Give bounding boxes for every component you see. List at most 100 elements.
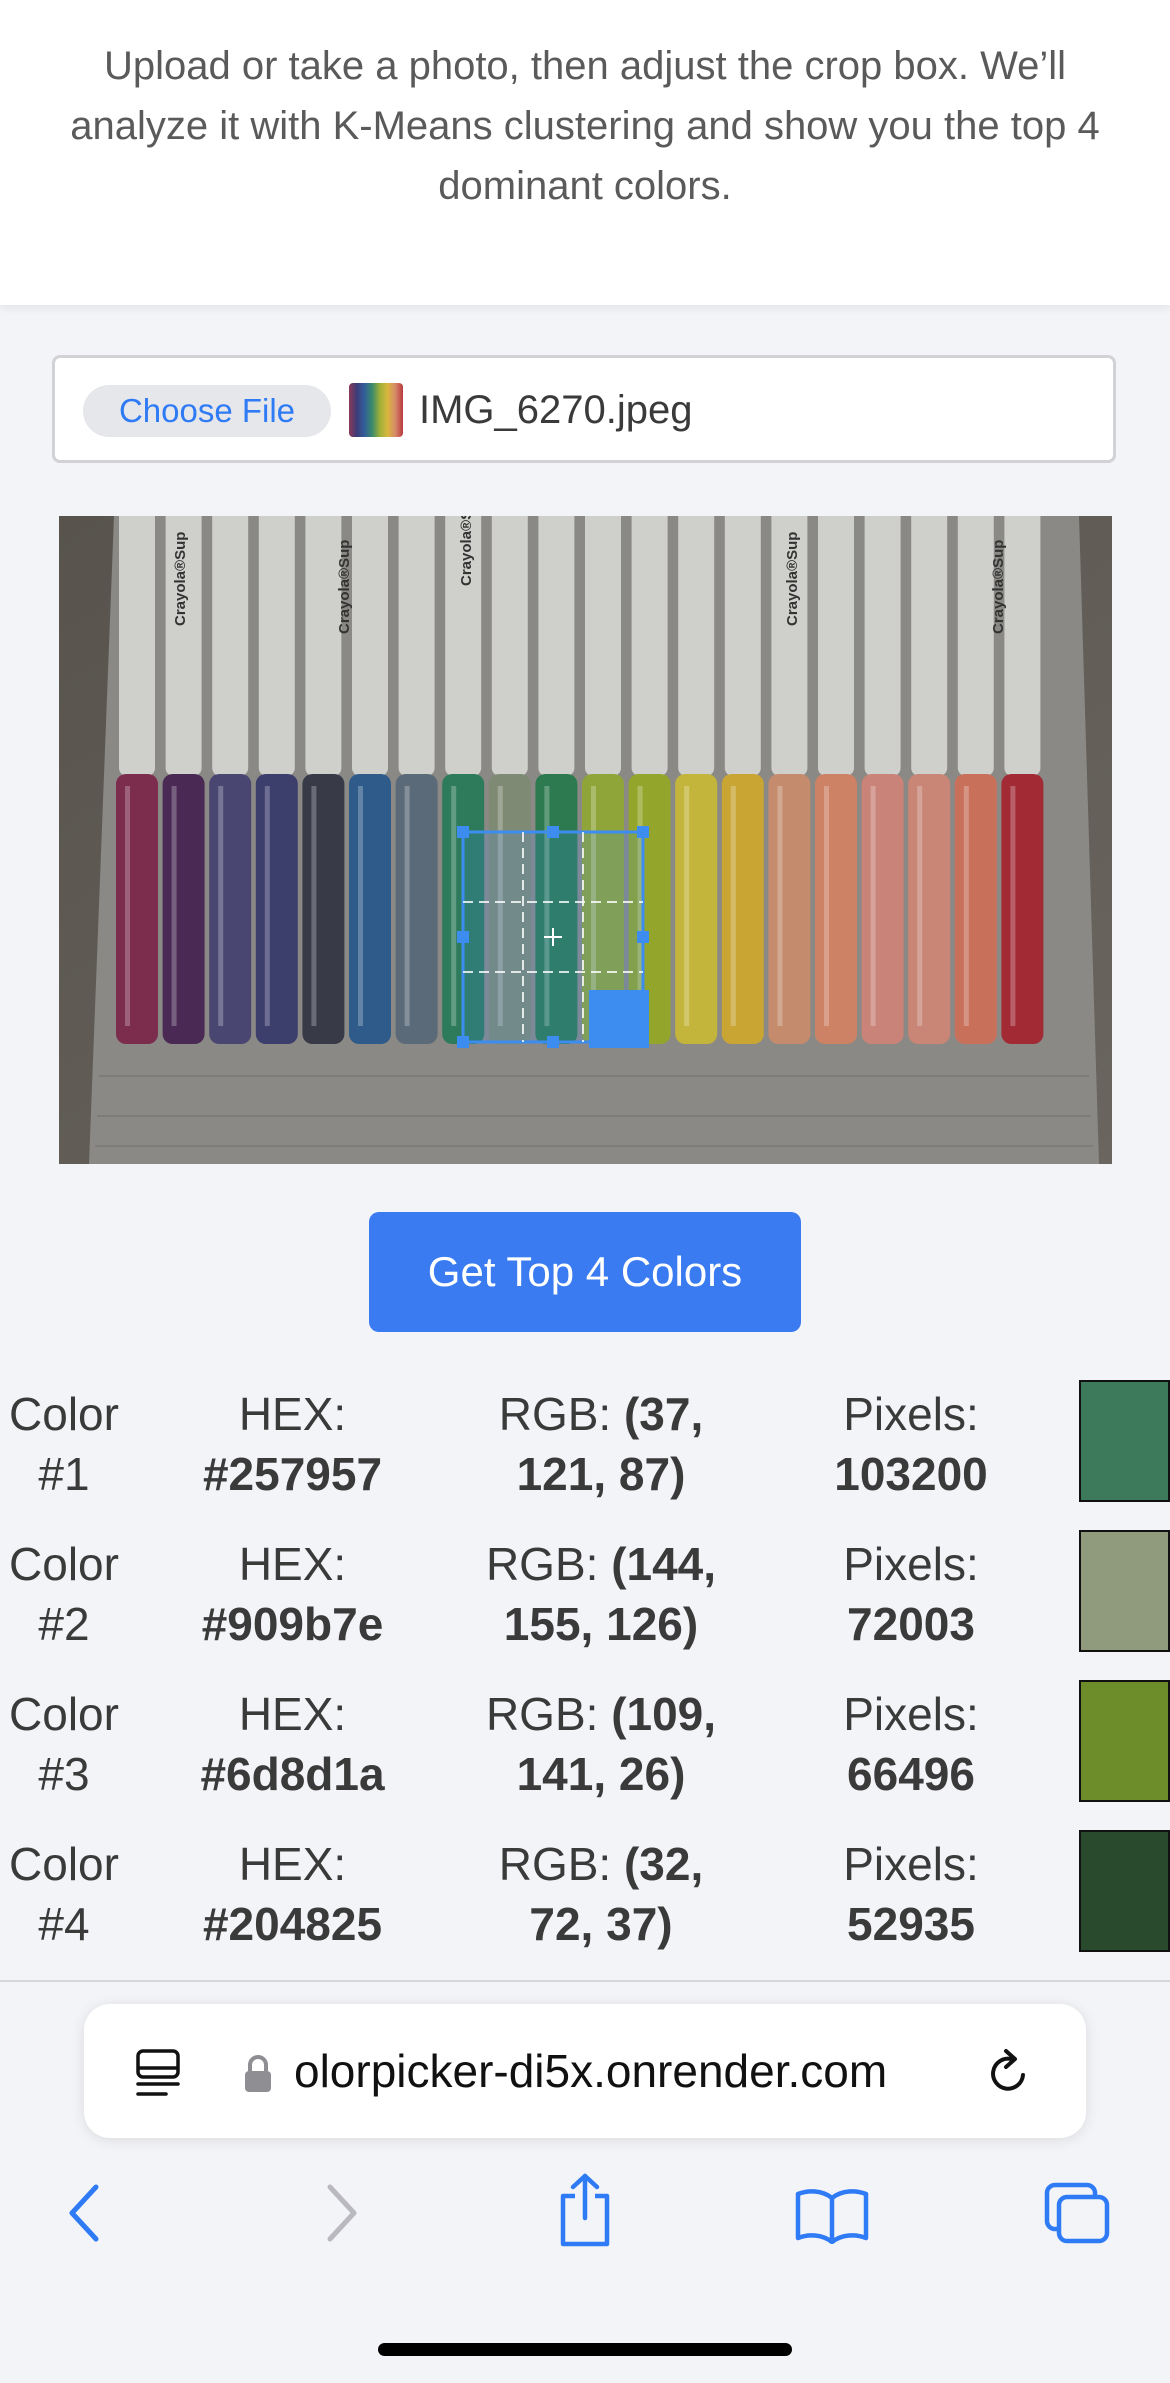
marker-barrel xyxy=(352,516,388,776)
marker-cap xyxy=(861,774,904,1044)
crop-resize-handle[interactable] xyxy=(589,990,649,1048)
tabs-icon[interactable] xyxy=(1043,2181,1113,2247)
marker-highlight xyxy=(777,786,783,1026)
marker-highlight xyxy=(311,786,317,1026)
marker-cap xyxy=(162,774,205,1044)
marker-label: Crayola®Sup xyxy=(458,516,475,586)
marker-barrel xyxy=(724,516,761,776)
marker-highlight xyxy=(1010,786,1016,1026)
color-label: Color #4 xyxy=(9,1838,119,1950)
pixels-label: Pixels: xyxy=(843,1688,979,1740)
hex-cell: HEX: #909b7e xyxy=(170,1534,415,1654)
share-icon[interactable] xyxy=(555,2172,615,2248)
photo-canvas: Crayola®Sup Crayola®Sup Crayola®Sup Cray… xyxy=(59,516,1112,1164)
home-indicator xyxy=(378,2343,792,2356)
pixels-label: Pixels: xyxy=(843,1388,979,1440)
marker-cap xyxy=(675,774,718,1044)
marker-cap xyxy=(954,774,997,1044)
marker-highlight xyxy=(218,786,224,1026)
color-swatch xyxy=(1079,1830,1170,1952)
pixels-cell: Pixels: 72003 xyxy=(800,1534,1022,1654)
marker-highlight xyxy=(917,786,923,1026)
rgb-cell: RGB: (109, 141, 26) xyxy=(470,1684,732,1804)
marker-barrel xyxy=(585,516,621,776)
color-label: Color #3 xyxy=(9,1688,119,1800)
hex-value: #204825 xyxy=(202,1898,383,1950)
marker-cap xyxy=(209,774,252,1044)
url-text[interactable]: olorpicker-di5x.onrender.com xyxy=(294,2038,887,2104)
marker-label: Crayola®Sup xyxy=(784,532,801,626)
get-top-colors-button[interactable]: Get Top 4 Colors xyxy=(369,1212,801,1332)
hex-label: HEX: xyxy=(238,1388,347,1440)
hex-value: #257957 xyxy=(202,1448,383,1500)
marker-cap xyxy=(815,774,857,1044)
marker-barrel xyxy=(119,516,155,776)
hex-value: #6d8d1a xyxy=(200,1748,385,1800)
marker-barrel xyxy=(1004,516,1041,776)
marker-barrel xyxy=(491,516,528,776)
marker-label: Crayola®Sup xyxy=(336,540,353,634)
marker-label: Crayola®Sup xyxy=(172,532,189,626)
rgb-label: RGB: xyxy=(498,1388,612,1440)
marker-barrel xyxy=(398,516,435,776)
hex-cell: HEX: #257957 xyxy=(170,1384,415,1504)
color-swatch xyxy=(1079,1680,1170,1802)
rgb-label: RGB: xyxy=(485,1688,599,1740)
marker-label: Crayola®Sup xyxy=(990,540,1007,634)
marker-highlight xyxy=(963,786,969,1026)
rgb-cell: RGB: (32, 72, 37) xyxy=(470,1834,732,1954)
choose-file-button[interactable]: Choose File xyxy=(83,385,331,437)
color-swatch xyxy=(1079,1530,1170,1652)
hex-value: #909b7e xyxy=(201,1598,384,1650)
pixels-label: Pixels: xyxy=(843,1838,979,1890)
back-icon[interactable] xyxy=(64,2183,108,2243)
rgb-cell: RGB: (144, 155, 126) xyxy=(470,1534,732,1654)
marker-barrel xyxy=(538,516,575,776)
marker-highlight xyxy=(404,786,410,1026)
forward-icon[interactable] xyxy=(318,2183,362,2243)
photo-preview: Crayola®Sup Crayola®Sup Crayola®Sup Cray… xyxy=(59,516,1112,1164)
marker-cap xyxy=(768,774,811,1044)
hex-label: HEX: xyxy=(238,1538,347,1590)
lock-icon xyxy=(245,2055,271,2092)
pixels-value: 66496 xyxy=(847,1748,975,1800)
marker-cap xyxy=(116,774,158,1044)
marker-highlight xyxy=(451,786,457,1026)
color-swatch xyxy=(1079,1380,1170,1502)
file-input[interactable]: Choose File IMG_6270.jpeg xyxy=(52,355,1116,463)
marker-cap xyxy=(1001,774,1044,1044)
hex-label: HEX: xyxy=(238,1838,347,1890)
file-thumbnail xyxy=(349,383,403,437)
file-name: IMG_6270.jpeg xyxy=(419,388,693,432)
reader-icon[interactable] xyxy=(134,2048,184,2098)
color-row: Color #2 HEX: #909b7e RGB: (144, 155, 126… xyxy=(0,1530,1170,1680)
rgb-label: RGB: xyxy=(498,1838,612,1890)
intro-section: Upload or take a photo, then adjust the … xyxy=(0,0,1170,305)
marker-barrel xyxy=(957,516,994,776)
marker-highlight xyxy=(125,786,130,1026)
reload-icon[interactable] xyxy=(984,2048,1034,2098)
marker-barrel xyxy=(911,516,948,776)
marker-highlight xyxy=(684,786,690,1026)
intro-text: Upload or take a photo, then adjust the … xyxy=(70,44,1100,208)
pixels-value: 103200 xyxy=(834,1448,988,1500)
color-row: Color #3 HEX: #6d8d1a RGB: (109, 141, 26)… xyxy=(0,1680,1170,1830)
pixels-cell: Pixels: 66496 xyxy=(800,1684,1022,1804)
marker-highlight xyxy=(824,786,829,1026)
hex-label: HEX: xyxy=(238,1688,347,1740)
color-row: Color #4 HEX: #204825 RGB: (32, 72, 37) P… xyxy=(0,1830,1170,1980)
pixels-cell: Pixels: 52935 xyxy=(800,1834,1022,1954)
color-label: Color #1 xyxy=(9,1388,119,1500)
marker-cap xyxy=(349,774,391,1044)
pixels-value: 52935 xyxy=(847,1898,975,1950)
marker-barrel xyxy=(631,516,668,776)
marker-barrel xyxy=(212,516,249,776)
address-bar[interactable]: olorpicker-di5x.onrender.com xyxy=(84,2004,1086,2138)
bookmarks-icon[interactable] xyxy=(794,2186,870,2244)
hex-cell: HEX: #204825 xyxy=(170,1834,415,1954)
pixels-cell: Pixels: 103200 xyxy=(800,1384,1022,1504)
marker-cap xyxy=(395,774,438,1044)
crop-box[interactable] xyxy=(457,826,649,1048)
marker-highlight xyxy=(730,786,736,1026)
marker-highlight xyxy=(264,786,270,1026)
